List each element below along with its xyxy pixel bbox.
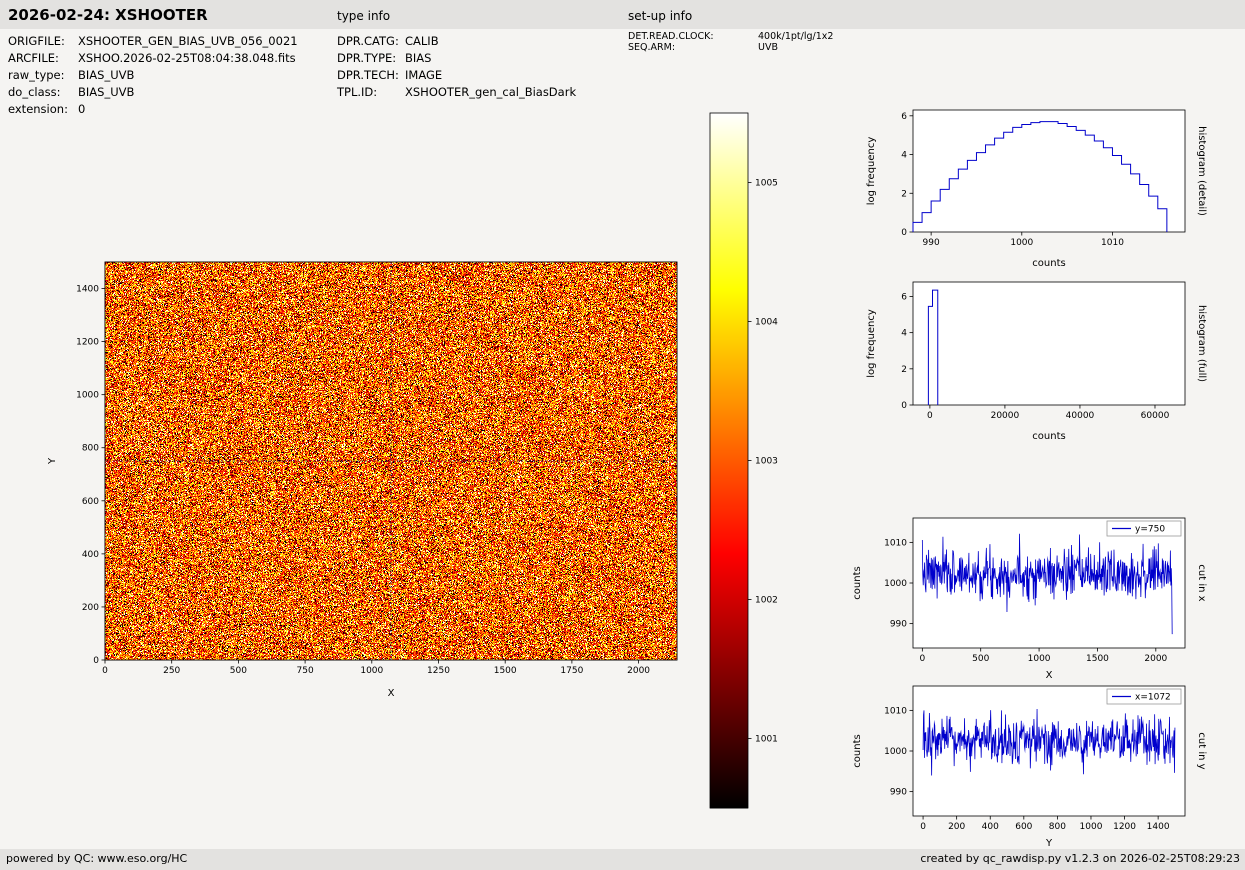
meta-value: XSHOO.2026-02-25T08:04:38.048.fits	[78, 51, 296, 65]
type-info-heading: type info	[337, 9, 391, 23]
meta-row-extension: extension: 0	[8, 102, 298, 119]
meta-value: UVB	[758, 42, 778, 53]
meta-value: XSHOOTER_gen_cal_BiasDark	[405, 85, 577, 99]
meta-row-origfile: ORIGFILE: XSHOOTER_GEN_BIAS_UVB_056_0021	[8, 34, 298, 51]
meta-value: 400k/1pt/lg/1x2	[758, 31, 834, 42]
meta-label: extension:	[8, 102, 68, 116]
footer-powered-by: powered by QC: www.eso.org/HC	[6, 852, 188, 865]
meta-value: XSHOOTER_GEN_BIAS_UVB_056_0021	[78, 34, 298, 48]
histogram-full-plot	[850, 272, 1210, 454]
meta-value: BIAS_UVB	[78, 68, 135, 82]
meta-value: CALIB	[405, 34, 439, 48]
cut-in-y-plot	[850, 673, 1210, 848]
meta-value: BIAS_UVB	[78, 85, 135, 99]
meta-value: 0	[78, 102, 86, 116]
meta-row-arcfile: ARCFILE: XSHOO.2026-02-25T08:04:38.048.f…	[8, 51, 298, 68]
meta-label: do_class:	[8, 85, 61, 99]
page-title: 2026-02-24: XSHOOTER	[8, 6, 208, 24]
meta-row-do-class: do_class: BIAS_UVB	[8, 85, 298, 102]
meta-label: raw_type:	[8, 68, 65, 82]
meta-label: ORIGFILE:	[8, 34, 65, 48]
footer-created-by: created by qc_rawdisp.py v1.2.3 on 2026-…	[920, 852, 1240, 865]
meta-label: DPR.TECH:	[337, 68, 399, 82]
meta-row-dpr-type: DPR.TYPE: BIAS	[337, 51, 576, 68]
colorbar	[700, 105, 800, 820]
file-info-block: ORIGFILE: XSHOOTER_GEN_BIAS_UVB_056_0021…	[8, 34, 298, 119]
meta-value: IMAGE	[405, 68, 443, 82]
meta-row-dpr-tech: DPR.TECH: IMAGE	[337, 68, 576, 85]
setup-info-block: DET.READ.CLOCK: 400k/1pt/lg/1x2 SEQ.ARM:…	[628, 31, 833, 53]
meta-row-raw-type: raw_type: BIAS_UVB	[8, 68, 298, 85]
meta-row-tpl-id: TPL.ID: XSHOOTER_gen_cal_BiasDark	[337, 85, 576, 102]
meta-label: DPR.TYPE:	[337, 51, 397, 65]
meta-row-seq-arm: SEQ.ARM: UVB	[628, 42, 833, 53]
histogram-detail-plot	[850, 98, 1210, 280]
cut-in-x-plot	[850, 505, 1210, 680]
meta-label: DPR.CATG:	[337, 34, 399, 48]
setup-info-heading: set-up info	[628, 9, 693, 23]
meta-label: TPL.ID:	[337, 85, 378, 99]
meta-value: BIAS	[405, 51, 432, 65]
meta-label: SEQ.ARM:	[628, 42, 676, 53]
meta-row-dpr-catg: DPR.CATG: CALIB	[337, 34, 576, 51]
bias-image-heatmap	[40, 245, 720, 720]
meta-label: DET.READ.CLOCK:	[628, 31, 714, 42]
meta-row-read-clock: DET.READ.CLOCK: 400k/1pt/lg/1x2	[628, 31, 833, 42]
type-info-block: DPR.CATG: CALIB DPR.TYPE: BIAS DPR.TECH:…	[337, 34, 576, 102]
meta-label: ARCFILE:	[8, 51, 59, 65]
